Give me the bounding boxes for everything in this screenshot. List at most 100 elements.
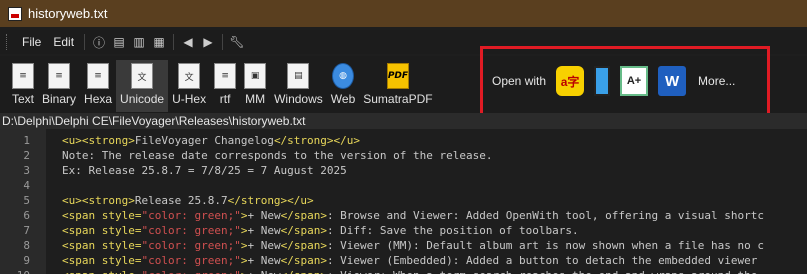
code-line: 2 Note: The release date corresponds to t… [0, 148, 807, 164]
code-token: FileVoyager Changelog [134, 134, 274, 147]
code-token: + New [247, 239, 281, 252]
open-with-panel: Open with a字 A+ W More... [480, 46, 770, 118]
viewer-label: Hexa [84, 92, 113, 106]
viewer-button-unicode[interactable]: 文 Unicode [116, 60, 169, 112]
separator [173, 34, 175, 50]
menu-edit[interactable]: Edit [47, 35, 80, 49]
line-content: <span style="color: green;">+ New</span>… [46, 253, 757, 269]
notepad-app-icon[interactable] [594, 66, 611, 96]
forward-arrow-icon[interactable]: ▶ [201, 35, 215, 49]
line-number: 8 [23, 239, 30, 252]
translator-app-icon[interactable]: a字 [556, 66, 585, 96]
viewer-button-text[interactable]: ≡ Text [8, 60, 38, 112]
viewer-button-web[interactable]: ◍ Web [327, 60, 359, 112]
viewer-button-windows[interactable]: ▤ Windows [270, 60, 327, 112]
viewer-label: Windows [274, 92, 323, 106]
viewer-label: SumatraPDF [363, 92, 433, 106]
code-line: 8 <span style="color: green;">+ New</span… [0, 238, 807, 254]
toolbar-grip[interactable] [6, 34, 10, 50]
code-token: "color: green;" [141, 239, 241, 252]
code-token: Ex: Release 25.8.7 = 7/8/25 = 7 August 2… [62, 164, 347, 177]
code-token: : Browse and Viewer: Added OpenWith tool… [326, 209, 765, 222]
more-button[interactable]: More... [698, 74, 735, 88]
code-token: "color: green;" [141, 254, 241, 267]
code-token: + New [247, 224, 281, 237]
save-icon[interactable]: ▤ [112, 35, 126, 49]
code-token: : Diff: Save the position of toolbars. [326, 224, 579, 237]
word-app-icon[interactable]: W [658, 66, 687, 96]
sumatrapdf-viewer-icon: PDF [386, 63, 409, 89]
code-token: Note: The release date corresponds to th… [62, 149, 493, 162]
code-line: 9 <span style="color: green;">+ New</span… [0, 253, 807, 269]
separator [222, 34, 224, 50]
code-line: 5 <u><strong>Release 25.8.7</strong></u> [0, 193, 807, 209]
code-token: <span style= [62, 239, 142, 252]
info-icon[interactable]: ⓘ [92, 35, 106, 50]
line-number: 10 [0, 268, 46, 274]
unicode-viewer-icon: 文 [131, 63, 154, 89]
rtf-viewer-icon: ≡ [214, 63, 237, 89]
window-title: historyweb.txt [28, 6, 108, 21]
code-token: <span style= [62, 224, 142, 237]
viewer-label: MM [245, 92, 266, 106]
file-path: D:\Delphi\Delphi CE\FileVoyager\Releases… [0, 113, 807, 129]
copy-icon[interactable]: ▥ [132, 35, 146, 49]
line-number: 3 [23, 164, 30, 177]
code-token: <span style= [62, 209, 142, 222]
menu-file[interactable]: File [16, 35, 47, 49]
binary-viewer-icon: ≡ [48, 63, 71, 89]
code-token: + New [247, 269, 280, 274]
back-arrow-icon[interactable]: ◀ [181, 35, 195, 49]
line-content: <u><strong>FileVoyager Changelog</strong… [46, 133, 360, 149]
viewer-label: rtf [219, 92, 231, 106]
code-token: + New [247, 254, 281, 267]
line-number: 5 [23, 194, 30, 207]
viewer-label: Web [330, 92, 356, 106]
open-with-label: Open with [492, 74, 547, 88]
hexa-viewer-icon: ≡ [87, 63, 110, 89]
viewer-label: Text [12, 92, 35, 106]
line-content: Note: The release date corresponds to th… [46, 148, 492, 164]
code-line: 3 Ex: Release 25.8.7 = 7/8/25 = 7 August … [0, 163, 807, 179]
code-line: 10<span style="color: green;">+ New</spa… [0, 268, 807, 274]
code-token: <span style= [62, 269, 141, 274]
line-content: <span style="color: green;">+ New</span>… [46, 208, 764, 224]
viewer-button-u-hex[interactable]: 文 U-Hex [168, 60, 210, 112]
viewer-buttons: ≡ Text ≡ Binary ≡ Hexa 文 Unicode 文 U-Hex ≡ rtf ▣ MM ▤ W… [8, 60, 437, 112]
line-number: 7 [23, 224, 30, 237]
code-token: </strong></u> [273, 134, 361, 147]
line-number: 9 [23, 254, 30, 267]
viewer-button-mm[interactable]: ▣ MM [240, 60, 270, 112]
code-token: : Viewer: When a term search reaches the… [327, 269, 757, 274]
text-viewer-icon: ≡ [12, 63, 34, 89]
line-content: <span style="color: green;">+ New</span>… [46, 223, 579, 239]
separator [84, 34, 86, 50]
line-content [46, 178, 62, 194]
code-line: 6 <span style="color: green;">+ New</span… [0, 208, 807, 224]
code-token: + New [247, 209, 281, 222]
code-line: 7 <span style="color: green;">+ New</span… [0, 223, 807, 239]
wrench-icon[interactable]: 🔧︎ [229, 35, 244, 49]
code-token: <span style= [62, 254, 142, 267]
line-content: <span style="color: green;">+ New</span>… [46, 238, 764, 254]
viewer-button-rtf[interactable]: ≡ rtf [210, 60, 240, 112]
code-token: : Viewer (Embedded): Added a button to d… [326, 254, 758, 267]
print-icon[interactable]: ▦ [152, 35, 166, 49]
viewer-button-sumatrapdf[interactable]: PDF SumatraPDF [359, 60, 436, 112]
app-icon [8, 6, 22, 21]
line-content: <span style="color: green;">+ New</span>… [46, 268, 757, 274]
viewer-button-hexa[interactable]: ≡ Hexa [80, 60, 116, 112]
u-hex-viewer-icon: 文 [178, 63, 201, 89]
line-number: 1 [23, 134, 30, 147]
line-number: 4 [23, 179, 30, 192]
viewer-button-binary[interactable]: ≡ Binary [38, 60, 80, 112]
line-number: 2 [23, 149, 30, 162]
code-token: : Viewer (MM): Default album art is now … [326, 239, 765, 252]
viewer-label: U-Hex [172, 92, 207, 106]
notepad-plus-plus-app-icon[interactable]: A+ [620, 66, 649, 96]
text-editor[interactable]: 1 <u><strong>FileVoyager Changelog</stron… [0, 129, 807, 274]
code-token: </span> [281, 269, 327, 274]
mm-viewer-icon: ▣ [244, 63, 267, 89]
code-token: <u><strong> [62, 134, 135, 147]
line-content: <u><strong>Release 25.8.7</strong></u> [46, 193, 314, 209]
